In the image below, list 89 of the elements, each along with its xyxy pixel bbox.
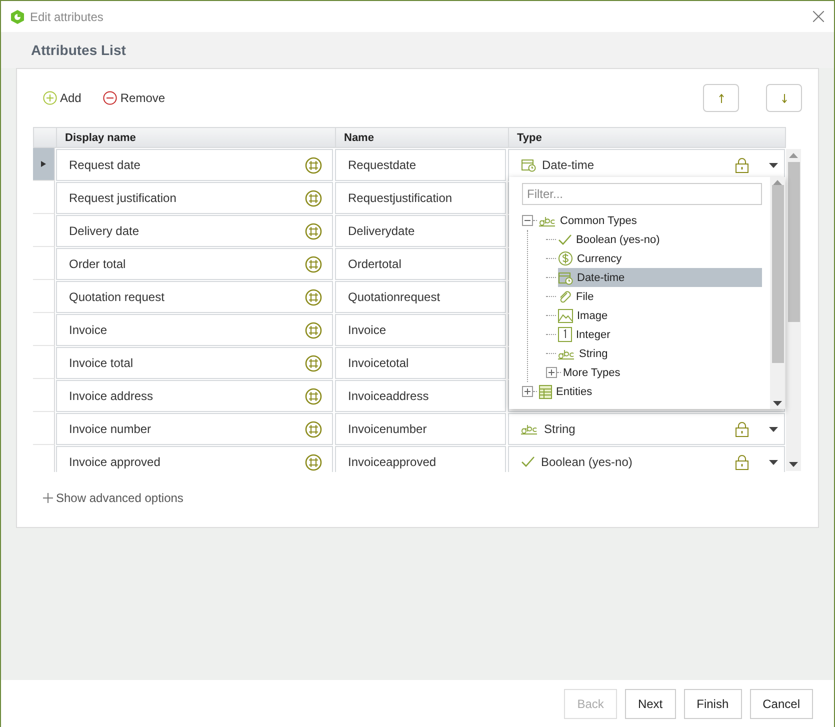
name-field[interactable]: Invoicetotal	[335, 347, 506, 379]
scroll-down-icon[interactable]	[773, 401, 782, 406]
tree-item[interactable]: Currency	[558, 249, 626, 268]
translate-icon[interactable]	[305, 388, 322, 404]
name-field[interactable]: Invoice	[335, 314, 506, 346]
tree-item[interactable]: Image	[558, 306, 612, 325]
scroll-down-icon[interactable]	[789, 462, 798, 467]
tree-item[interactable]: Integer	[558, 325, 614, 344]
name-field[interactable]: Deliverydate	[335, 215, 506, 247]
text-type-icon	[539, 214, 556, 226]
filter-field[interactable]: Filter...	[522, 183, 762, 205]
window-title: Edit attributes	[30, 10, 104, 24]
tree-item[interactable]: More Types	[563, 363, 624, 382]
display-name-field[interactable]: Invoice address	[56, 380, 333, 412]
plus-circle-icon	[43, 91, 57, 105]
display-name-field[interactable]: Invoice number	[56, 413, 333, 445]
translate-icon[interactable]	[305, 288, 322, 306]
name-field[interactable]: Invoicenumber	[335, 413, 506, 445]
scrollbar[interactable]	[786, 149, 801, 471]
translate-icon[interactable]	[305, 256, 322, 272]
tree-item[interactable]: Date-time	[558, 268, 762, 287]
translate-icon[interactable]	[305, 156, 322, 174]
tree-item[interactable]: Common Types	[539, 211, 641, 230]
name-field[interactable]: Ordertotal	[335, 248, 506, 280]
section-title: Attributes List	[31, 42, 126, 58]
display-name-field[interactable]: Request justification	[56, 182, 333, 214]
arrow-down-icon	[782, 94, 786, 102]
column-header[interactable]: Name	[335, 128, 508, 147]
tree-item[interactable]: Boolean (yes-no)	[558, 230, 664, 249]
check-icon	[521, 456, 535, 468]
display-name-field[interactable]: Request date	[56, 149, 333, 181]
text-type-icon	[521, 423, 538, 435]
name-field[interactable]: Requestdate	[335, 149, 506, 181]
name-field[interactable]: Invoiceaddress	[335, 380, 506, 412]
footer-button[interactable]: Cancel	[750, 688, 813, 718]
expand-toggle[interactable]	[546, 367, 557, 378]
name-field[interactable]: Invoiceapproved	[335, 446, 506, 472]
show-advanced-link[interactable]: Show advanced options	[43, 491, 802, 505]
plus-icon	[43, 493, 53, 503]
display-name-field[interactable]: Delivery date	[56, 215, 333, 247]
footer-button[interactable]: Finish	[684, 688, 742, 718]
display-name-field[interactable]: Invoice approved	[56, 446, 333, 472]
calendar-clock-icon	[558, 270, 573, 284]
footer-button[interactable]: Next	[624, 688, 676, 718]
display-name-field[interactable]: Order total	[56, 248, 333, 280]
collapse-toggle[interactable]	[522, 215, 533, 226]
dropdown-caret-icon[interactable]	[769, 426, 778, 432]
expand-toggle[interactable]	[522, 386, 533, 397]
translate-icon[interactable]	[305, 322, 322, 338]
row-selector[interactable]	[33, 148, 55, 181]
translate-icon[interactable]	[305, 454, 322, 470]
table-icon	[539, 384, 552, 398]
tree-item[interactable]: String	[558, 344, 612, 363]
number-one-icon	[558, 327, 572, 342]
app-logo-icon	[11, 10, 24, 24]
name-field[interactable]: Requestjustification	[335, 182, 506, 214]
type-select[interactable]: String	[508, 413, 785, 445]
current-row-icon	[41, 161, 46, 167]
dropdown-caret-icon[interactable]	[769, 460, 778, 464]
check-icon	[558, 234, 572, 246]
arrow-up-icon	[718, 94, 724, 102]
tree-item[interactable]: File	[558, 287, 598, 306]
tree-item[interactable]: Entities	[539, 382, 596, 401]
lock-icon	[735, 422, 749, 436]
name-field[interactable]: Quotationrequest	[335, 281, 506, 313]
translate-icon[interactable]	[305, 190, 322, 206]
lock-icon	[735, 158, 749, 172]
add-button[interactable]: Add	[43, 91, 82, 105]
display-name-field[interactable]: Quotation request	[56, 281, 333, 313]
display-name-field[interactable]: Invoice total	[56, 347, 333, 379]
remove-button[interactable]: Remove	[103, 91, 166, 105]
translate-icon[interactable]	[305, 222, 322, 240]
scroll-up-icon[interactable]	[789, 153, 798, 158]
paperclip-icon	[558, 290, 572, 304]
dollar-icon	[558, 251, 573, 266]
close-icon[interactable]	[813, 11, 824, 22]
calendar-clock-icon	[521, 158, 536, 172]
column-header[interactable]: Display name	[56, 128, 335, 147]
dropdown-caret-icon[interactable]	[769, 162, 778, 168]
type-select[interactable]: Boolean (yes-no)	[508, 446, 785, 472]
display-name-field[interactable]: Invoice	[56, 314, 333, 346]
image-icon	[558, 308, 573, 322]
minus-circle-icon	[103, 91, 118, 105]
column-header[interactable]: Type	[508, 128, 787, 147]
text-type-icon	[558, 348, 575, 360]
lock-icon	[735, 454, 749, 470]
translate-icon[interactable]	[305, 354, 322, 372]
scrollbar[interactable]	[770, 177, 785, 409]
translate-icon[interactable]	[305, 420, 322, 438]
